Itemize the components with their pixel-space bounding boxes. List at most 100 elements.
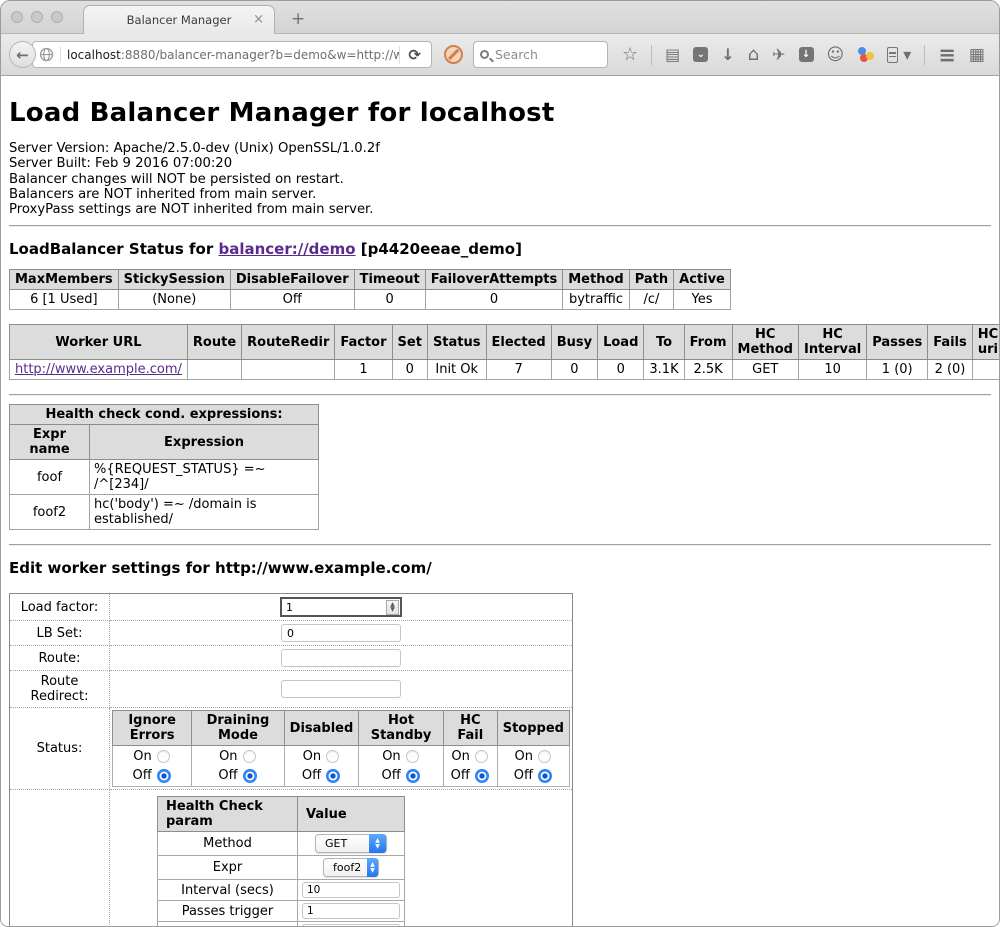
param-label: Expr: [158, 856, 298, 880]
page-title: Load Balancer Manager for localhost: [9, 98, 991, 128]
balancer-params-table: MaxMembers StickySession DisableFailover…: [9, 269, 731, 310]
interval-input[interactable]: [302, 882, 400, 898]
divider: [9, 394, 991, 396]
radio-draining-mode-on[interactable]: [243, 750, 256, 763]
search-bar[interactable]: [473, 41, 608, 68]
window-zoom-button[interactable]: [51, 11, 63, 23]
selected-value: foof2: [333, 861, 361, 874]
worker-url-link[interactable]: http://www.example.com/: [15, 362, 182, 377]
method-select[interactable]: GET ▲▼: [315, 834, 387, 853]
divider: [9, 225, 991, 227]
spin-down-icon[interactable]: ▼: [390, 607, 395, 612]
cell: 0: [598, 360, 644, 380]
col-header: Expression: [90, 425, 319, 460]
field-label: Load factor:: [10, 594, 110, 621]
param-label: Fails trigger): [158, 922, 298, 926]
radio-ignore-errors-on[interactable]: [157, 750, 170, 763]
col-header: Set: [392, 325, 427, 360]
search-input[interactable]: [495, 47, 585, 62]
content-blocker-icon[interactable]: [444, 45, 463, 64]
workers-table: Worker URL Route RouteRedir Factor Set S…: [9, 324, 999, 380]
back-icon: ←: [16, 46, 29, 64]
cell: Off: [230, 290, 354, 310]
cell: 7: [486, 360, 551, 380]
field-label: LB Set:: [10, 621, 110, 646]
col-header: Timeout: [354, 270, 425, 290]
share-colors-icon[interactable]: [857, 47, 874, 63]
chevron-down-icon[interactable]: ▾: [903, 47, 911, 63]
pocket-icon[interactable]: ⌄: [693, 47, 708, 62]
col-header: HC Fail: [443, 711, 497, 746]
radio-stopped-on[interactable]: [538, 750, 551, 763]
server-built-line: Server Built: Feb 9 2016 07:00:20: [9, 156, 991, 171]
cell: Yes: [674, 290, 731, 310]
new-tab-button[interactable]: +: [291, 9, 305, 29]
col-header: Fails: [928, 325, 973, 360]
keyboard-grid-icon[interactable]: ▦: [969, 45, 985, 65]
on-label: On: [133, 749, 152, 764]
bookmark-star-icon[interactable]: ☆: [622, 47, 638, 63]
fails-input[interactable]: [302, 924, 400, 926]
send-tab-icon[interactable]: ✈: [772, 47, 785, 63]
form-row: Route:: [10, 646, 573, 671]
radio-hc-fail-off[interactable]: [475, 769, 489, 783]
route-redirect-input[interactable]: [281, 680, 401, 698]
menu-hamburger-icon[interactable]: ≡: [938, 43, 956, 67]
reload-button[interactable]: ⟳: [399, 46, 425, 64]
on-label: On: [381, 749, 400, 764]
sidebar-panel-icon[interactable]: [887, 47, 898, 63]
cell: 1: [335, 360, 392, 380]
window-close-button[interactable]: [11, 11, 23, 23]
window-minimize-button[interactable]: [31, 11, 43, 23]
table-header-row: Expr name Expression: [10, 425, 319, 460]
radio-hot-standby-off[interactable]: [406, 769, 420, 783]
form-row: Route Redirect:: [10, 671, 573, 708]
edit-worker-form: Load factor: ▲▼ LB Set: Route: Route Red…: [9, 593, 573, 926]
table-row: 6 [1 Used] (None) Off 0 0 bytraffic /c/ …: [10, 290, 731, 310]
cell: 0: [425, 290, 563, 310]
expr-row: foof %{REQUEST_STATUS} =~ /^[234]/: [10, 460, 319, 495]
radio-hot-standby-on[interactable]: [406, 750, 419, 763]
tab-close-icon[interactable]: ×: [253, 12, 264, 27]
field-label: Status:: [10, 708, 110, 790]
form-row: Load factor: ▲▼: [10, 594, 573, 621]
forum-smiley-icon[interactable]: ☺: [827, 47, 845, 63]
back-button[interactable]: ←: [9, 41, 36, 68]
panel-download-icon[interactable]: ↓: [799, 47, 814, 62]
note-line: Balancers are NOT inherited from main se…: [9, 187, 991, 202]
col-header: Health Check param: [158, 797, 298, 832]
select-stepper-icon: ▲▼: [369, 834, 386, 853]
radio-ignore-errors-off[interactable]: [157, 769, 171, 783]
balancer-demo-link[interactable]: balancer://demo: [218, 240, 355, 258]
url-bar[interactable]: localhost:8880/balancer-manager?b=demo&w…: [32, 41, 432, 68]
param-label: Passes trigger: [158, 901, 298, 922]
expr-select[interactable]: foof2 ▲▼: [323, 858, 379, 877]
home-icon[interactable]: ⌂: [748, 47, 759, 63]
off-label: Off: [133, 768, 152, 783]
radio-disabled-off[interactable]: [326, 769, 340, 783]
cell: 2.5K: [684, 360, 732, 380]
browser-window: Balancer Manager × + ← localhost:8880/ba…: [0, 0, 1000, 927]
cell: [242, 360, 335, 380]
route-input[interactable]: [281, 649, 401, 667]
reading-list-icon[interactable]: ▤: [665, 47, 680, 63]
col-header: Draining Mode: [192, 711, 284, 746]
cell: 6 [1 Used]: [10, 290, 119, 310]
download-icon[interactable]: ↓: [721, 47, 734, 63]
col-header: Route: [187, 325, 241, 360]
number-spinner[interactable]: ▲▼: [386, 600, 399, 615]
radio-hc-fail-on[interactable]: [475, 750, 488, 763]
tab-balancer-manager[interactable]: Balancer Manager ×: [83, 5, 275, 34]
radio-draining-mode-off[interactable]: [243, 769, 257, 783]
passes-input[interactable]: [302, 903, 400, 919]
cell: GET: [732, 360, 798, 380]
balancer-status-heading: LoadBalancer Status for balancer://demo …: [9, 240, 991, 258]
load-factor-input[interactable]: [282, 601, 386, 614]
radio-disabled-on[interactable]: [326, 750, 339, 763]
url-text[interactable]: localhost:8880/balancer-manager?b=demo&w…: [67, 48, 399, 62]
radio-stopped-off[interactable]: [538, 769, 552, 783]
lb-set-input[interactable]: [281, 624, 401, 642]
col-header: Stopped: [497, 711, 569, 746]
col-header: StickySession: [118, 270, 230, 290]
hc-expressions-table: Health check cond. expressions: Expr nam…: [9, 404, 319, 530]
